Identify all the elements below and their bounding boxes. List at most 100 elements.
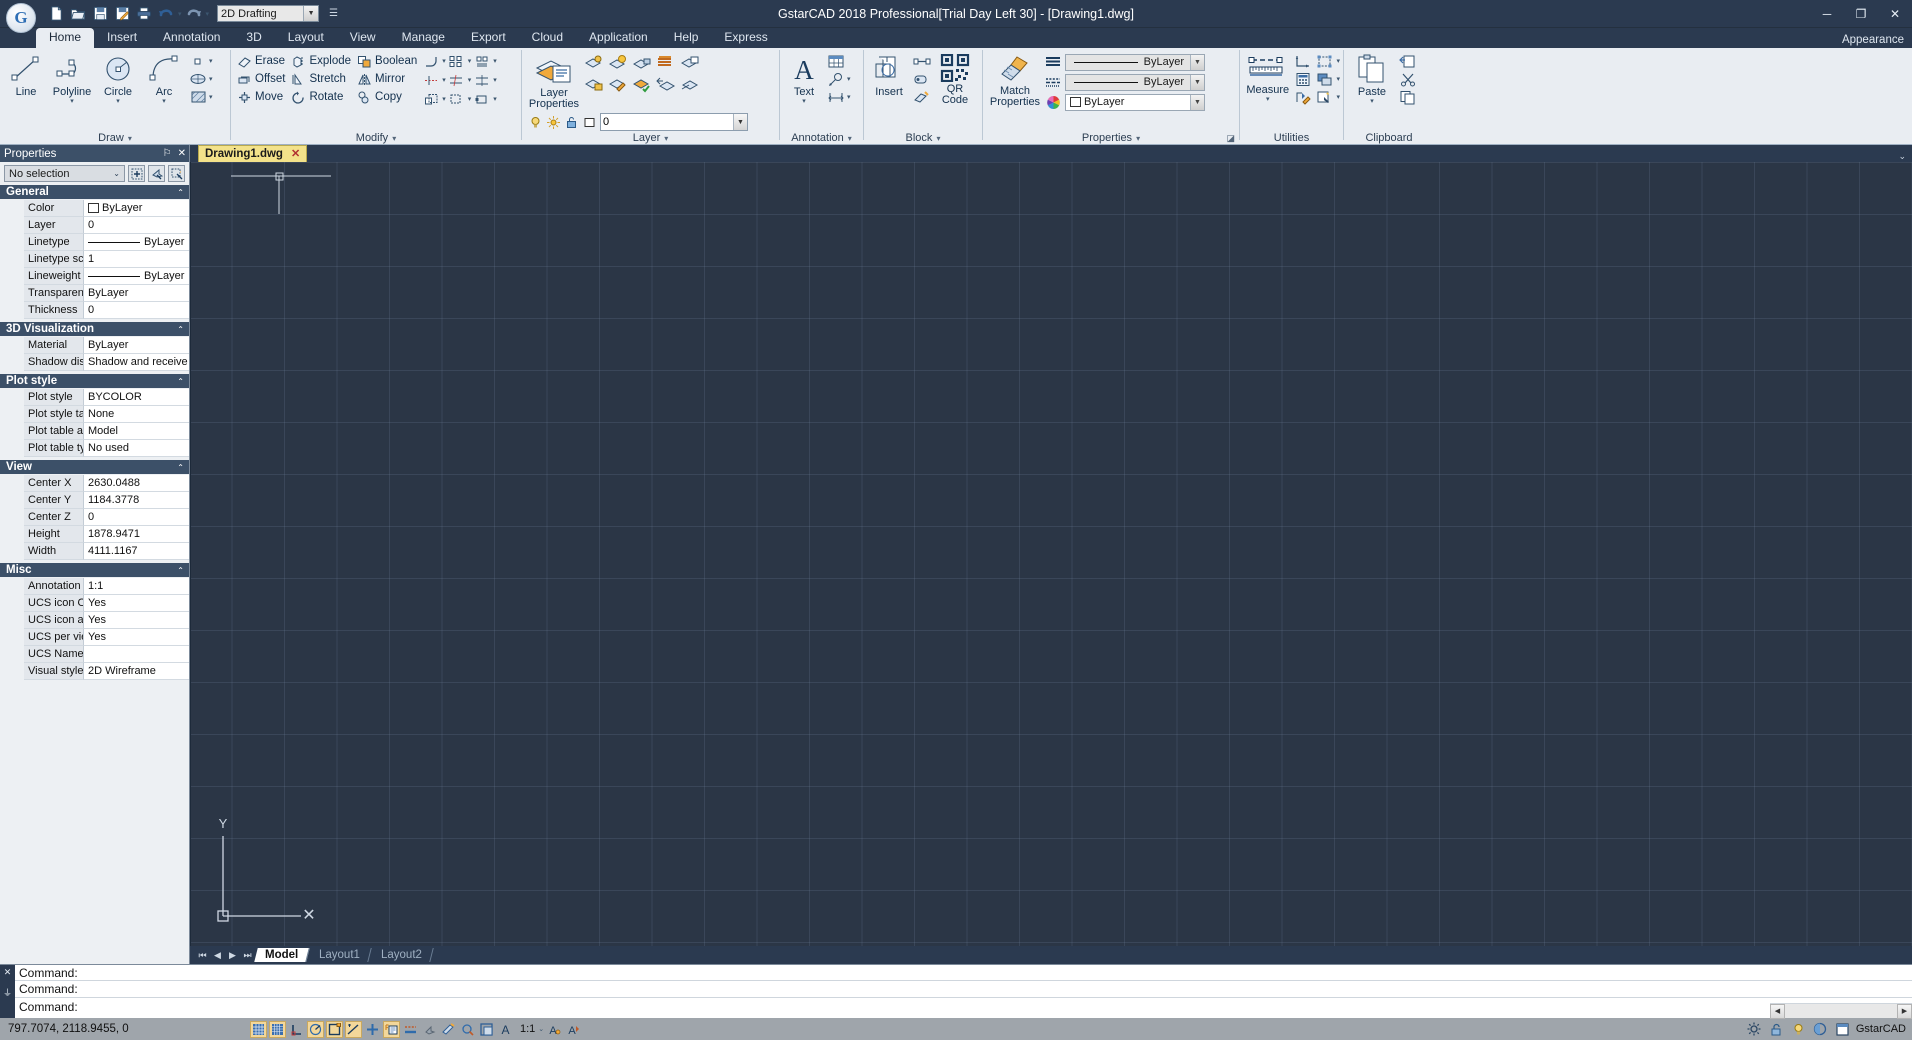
property-row-plot-table-type[interactable]: Plot table type No used: [0, 440, 189, 457]
close-icon[interactable]: ✕: [178, 148, 186, 159]
snap-mode-toggle[interactable]: [250, 1020, 267, 1038]
layer-lock-icon[interactable]: [583, 76, 605, 94]
ellipse-dropdown-icon[interactable]: ▾: [209, 75, 213, 83]
chevron-down-icon[interactable]: ▼: [1190, 94, 1204, 110]
property-row-lineweight[interactable]: Lineweight ByLayer: [0, 268, 189, 285]
draworder-dropdown-icon[interactable]: ▾: [1336, 75, 1340, 83]
chevron-down-icon[interactable]: ▼: [1190, 74, 1204, 90]
dimension-dropdown-icon[interactable]: ▾: [847, 93, 851, 101]
cut-icon[interactable]: [1397, 70, 1419, 88]
polyline-button[interactable]: Polyline ▾: [49, 50, 95, 105]
dynamic-input-toggle[interactable]: [383, 1020, 400, 1038]
document-tab-drawing1[interactable]: Drawing1.dwg ✕: [198, 145, 308, 162]
layout-tab-model[interactable]: Model: [254, 948, 310, 962]
stretch-button[interactable]: Stretch: [288, 70, 354, 88]
measure-button[interactable]: Measure ▾: [1243, 50, 1292, 103]
chevron-down-icon[interactable]: ⌄: [1898, 151, 1906, 162]
edit-polyline-dropdown-icon[interactable]: ▾: [493, 57, 497, 65]
chevron-down-icon[interactable]: ▼: [733, 114, 747, 130]
property-row-annotation-scale[interactable]: Annotation s... 1:1: [0, 578, 189, 595]
layer-unlock-icon[interactable]: [631, 54, 653, 72]
property-row-thickness[interactable]: Thickness 0: [0, 302, 189, 319]
layer-combo[interactable]: 0 ▼: [600, 113, 748, 131]
tab-manage[interactable]: Manage: [389, 28, 458, 48]
divide-dropdown-icon[interactable]: ▾: [493, 76, 497, 84]
layer-on-icon[interactable]: [607, 54, 629, 72]
chevron-down-icon[interactable]: ▾: [936, 134, 940, 143]
linetype-combo[interactable]: ByLayer ▼: [1065, 73, 1205, 91]
paste-dropdown-icon[interactable]: ▾: [1370, 98, 1374, 105]
move-button[interactable]: Move: [234, 88, 288, 106]
hatch-icon[interactable]: [187, 88, 209, 106]
redo-dropdown-icon[interactable]: ▾: [206, 10, 210, 18]
property-row-plot-table-attachment[interactable]: Plot table att... Model: [0, 423, 189, 440]
drawing-canvas[interactable]: Y ✕: [190, 162, 1912, 946]
annotation-visibility-icon[interactable]: A: [546, 1021, 563, 1038]
property-row-linetype-scale[interactable]: Linetype scale 1: [0, 251, 189, 268]
maximize-viewport-icon[interactable]: [1834, 1021, 1851, 1038]
close-command-icon[interactable]: ✕: [4, 967, 12, 978]
property-row-shadow-display[interactable]: Shadow disp... Shadow and receive ...: [0, 354, 189, 371]
property-row-ucs-icon-at-origin[interactable]: UCS icon at ... Yes: [0, 612, 189, 629]
chevron-down-icon[interactable]: ▾: [1136, 134, 1140, 143]
stretch-multi-icon[interactable]: [471, 90, 493, 108]
scroll-left-button[interactable]: ◀: [1770, 1003, 1785, 1019]
isolate-objects-dropdown-icon[interactable]: ▾: [1336, 93, 1340, 101]
undo-icon[interactable]: [156, 4, 176, 24]
print-icon[interactable]: [134, 4, 154, 24]
lineweight-toggle[interactable]: [402, 1021, 419, 1038]
workspace-combo[interactable]: 2D Drafting ▼: [217, 5, 320, 22]
tab-help[interactable]: Help: [661, 28, 712, 48]
layer-current-icon[interactable]: [631, 76, 653, 94]
layer-isolate-icon[interactable]: [583, 54, 605, 72]
property-row-ucs-icon-on[interactable]: UCS icon On Yes: [0, 595, 189, 612]
table-icon[interactable]: [825, 52, 847, 70]
workspace-switch-toggle[interactable]: [478, 1021, 495, 1038]
layout-tab-layout1[interactable]: Layout1: [308, 948, 372, 962]
next-layout-button[interactable]: ▶: [226, 950, 239, 961]
selection-cycling-toggle[interactable]: [459, 1021, 476, 1038]
save-as-icon[interactable]: [112, 4, 132, 24]
chevron-down-icon[interactable]: ▾: [848, 134, 852, 143]
hatch-dropdown-icon[interactable]: ▾: [209, 93, 213, 101]
property-row-plot-style[interactable]: Plot style BYCOLOR: [0, 389, 189, 406]
property-row-transparency[interactable]: Transparency ByLayer: [0, 285, 189, 302]
quick-access-more-icon[interactable]: ☰: [329, 8, 338, 19]
chevron-up-icon[interactable]: ⌃: [177, 377, 184, 386]
gear-icon[interactable]: [1746, 1021, 1763, 1038]
property-group-view[interactable]: View ⌃: [0, 460, 189, 475]
chevron-up-icon[interactable]: ⌃: [177, 566, 184, 575]
property-value-color[interactable]: ByLayer: [84, 200, 189, 217]
close-icon[interactable]: ✕: [291, 147, 300, 160]
scroll-right-button[interactable]: ▶: [1897, 1003, 1912, 1019]
app-logo-icon[interactable]: G: [6, 3, 36, 33]
pin-command-icon[interactable]: ⏚: [3, 986, 12, 999]
sun-icon[interactable]: [546, 113, 561, 131]
color-swatch-icon[interactable]: [582, 113, 597, 131]
mirror-button[interactable]: Mirror: [354, 70, 420, 88]
unlock-icon[interactable]: [1768, 1021, 1785, 1038]
object-snap-tracking-toggle[interactable]: [345, 1020, 362, 1038]
stretch-multi-dropdown-icon[interactable]: ▾: [493, 95, 497, 103]
quick-select-dropdown-icon[interactable]: ▾: [1336, 57, 1340, 65]
property-value-linetype[interactable]: ByLayer: [84, 234, 189, 251]
tab-home[interactable]: Home: [36, 28, 95, 48]
fillet-icon[interactable]: [420, 52, 442, 70]
undo-dropdown-icon[interactable]: ▾: [178, 10, 182, 18]
arc-button[interactable]: Arc ▾: [141, 50, 187, 105]
circle-button[interactable]: Circle ▾: [95, 50, 141, 105]
copy-icon[interactable]: [1397, 88, 1419, 106]
annotation-scale-value[interactable]: 1:1: [520, 1023, 535, 1035]
grid-display-toggle[interactable]: [269, 1020, 286, 1038]
tab-insert[interactable]: Insert: [94, 28, 150, 48]
first-layout-button[interactable]: ⏮: [196, 950, 209, 961]
close-button[interactable]: ✕: [1878, 0, 1912, 28]
circle-dropdown-icon[interactable]: ▾: [116, 98, 120, 105]
lock-icon[interactable]: [564, 113, 579, 131]
tab-export[interactable]: Export: [458, 28, 519, 48]
boolean-button[interactable]: Boolean: [354, 52, 420, 70]
selection-combo[interactable]: No selection ⌄: [4, 165, 125, 182]
coordinates-display[interactable]: 797.7074, 2118.9455, 0: [0, 1023, 250, 1035]
object-snap-toggle[interactable]: [326, 1020, 343, 1038]
bulb-icon[interactable]: [1790, 1021, 1807, 1038]
